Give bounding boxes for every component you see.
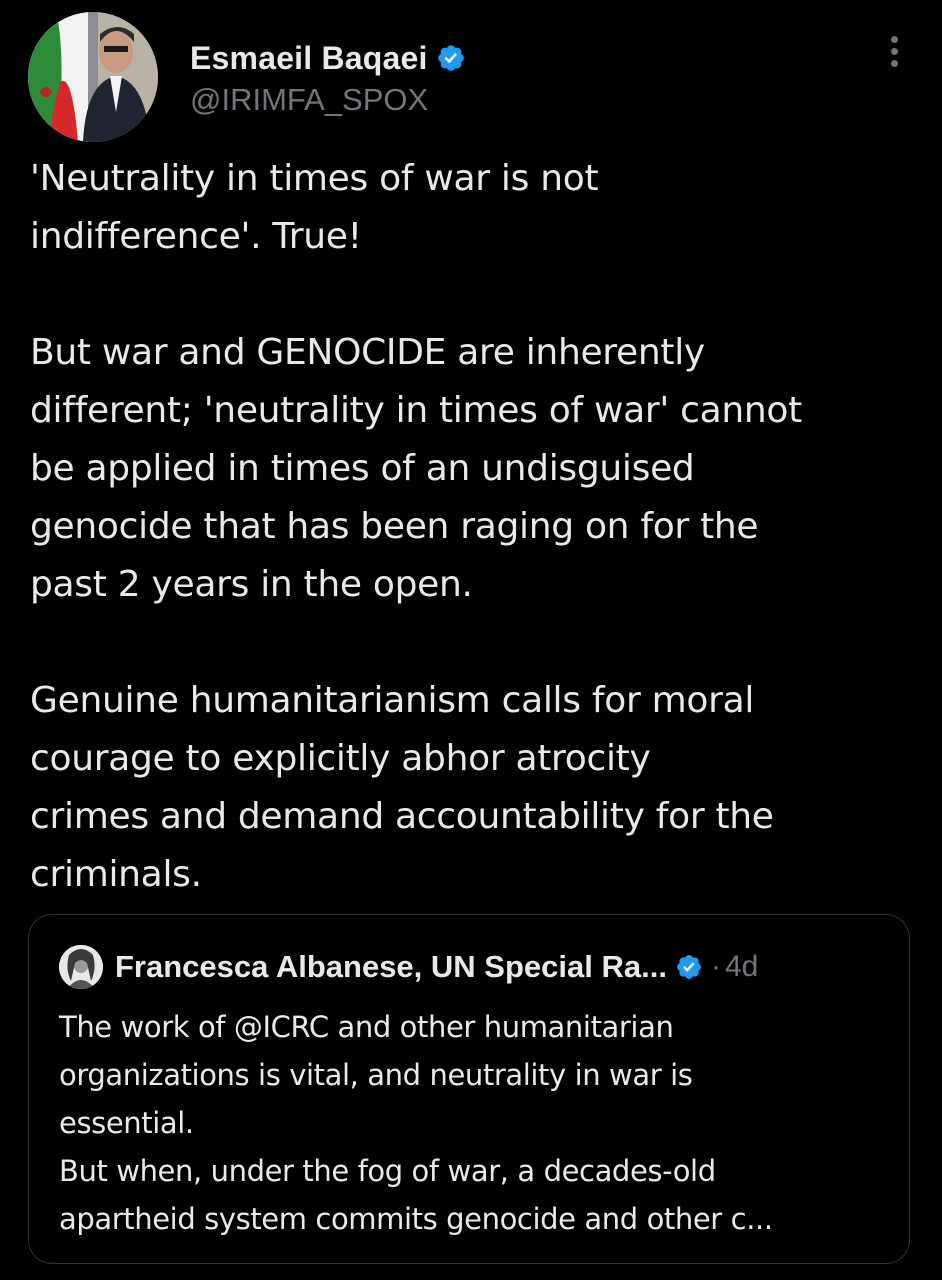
quoted-timestamp[interactable]: 4d xyxy=(725,950,758,984)
author-name-row: Esmaeil Baqaei xyxy=(190,36,466,80)
quoted-tweet-card[interactable]: Francesca Albanese, UN Special Ra... · 4… xyxy=(28,914,910,1264)
verified-badge-icon[interactable] xyxy=(436,43,466,73)
quoted-verified-badge-icon xyxy=(675,953,703,981)
quoted-text-line: essential. xyxy=(59,1106,194,1140)
author-display-name[interactable]: Esmaeil Baqaei xyxy=(190,40,428,77)
quoted-tweet-text: The work of @ICRC and other humanitarian… xyxy=(59,1003,889,1243)
quoted-text-line: apartheid system commits genocide and ot… xyxy=(59,1202,773,1236)
author-info: Esmaeil Baqaei @IRIMFA_SPOX xyxy=(190,36,466,118)
author-handle[interactable]: @IRIMFA_SPOX xyxy=(190,82,466,118)
quoted-text-line: organizations is vital, and neutrality i… xyxy=(59,1058,693,1092)
tweet-text: 'Neutrality in times of war is not indif… xyxy=(30,150,910,962)
tweet-paragraph: 'Neutrality in times of war is not indif… xyxy=(30,158,599,257)
quoted-tweet-header: Francesca Albanese, UN Special Ra... · 4… xyxy=(59,945,758,989)
quoted-text-line: But when, under the fog of war, a decade… xyxy=(59,1154,716,1188)
tweet: Esmaeil Baqaei @IRIMFA_SPOX 'Neutrality … xyxy=(0,0,942,1280)
more-options-icon[interactable] xyxy=(884,36,904,72)
author-avatar[interactable] xyxy=(28,12,158,142)
quoted-separator: · xyxy=(710,950,721,983)
quoted-author-avatar[interactable] xyxy=(59,945,103,989)
quoted-text-line: The work of @ICRC and other humanitarian xyxy=(59,1010,674,1044)
tweet-paragraph: But war and GENOCIDE are inherently diff… xyxy=(30,332,802,605)
tweet-paragraph: Genuine humanitarianism calls for moral … xyxy=(30,680,774,895)
quoted-author-name[interactable]: Francesca Albanese, UN Special Ra... xyxy=(115,949,667,985)
